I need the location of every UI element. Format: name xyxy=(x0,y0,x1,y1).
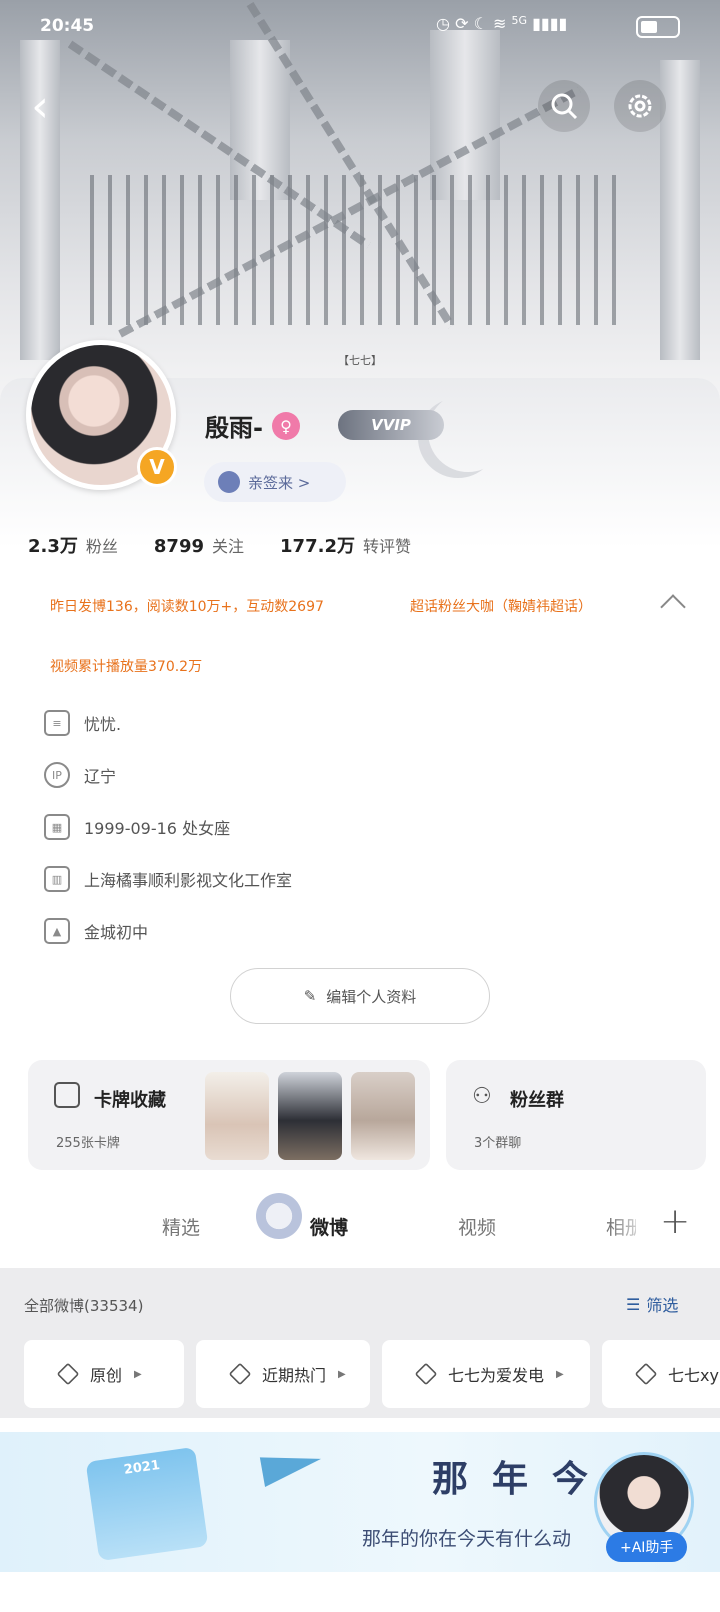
card-thumbnail[interactable] xyxy=(205,1072,269,1160)
bio-row: ≡ 忧忧. xyxy=(44,710,121,736)
ai-assistant-button[interactable]: +AI助手 xyxy=(606,1532,688,1562)
network-label: 5G xyxy=(511,14,528,27)
card-icon xyxy=(54,1082,80,1108)
chip-qiqi-xy[interactable]: 七七xy xyxy=(602,1340,720,1408)
stat-label: 粉丝 xyxy=(85,537,118,556)
status-icons: ◷ ⟳ ☾ ≋ 5G ▮▮▮▮ xyxy=(436,14,567,33)
bio-text: 忧忧. xyxy=(84,715,122,734)
stat-number: 177.2万 xyxy=(280,536,355,557)
chip-original[interactable]: 原创 ▶ xyxy=(24,1340,184,1408)
status-time: 20:45 xyxy=(40,16,95,36)
filter-label: 筛选 xyxy=(646,1296,679,1315)
ip-icon: IP xyxy=(44,762,70,788)
settings-button[interactable] xyxy=(614,80,666,132)
location-text: 辽宁 xyxy=(84,767,117,786)
tab-fade xyxy=(610,1185,650,1265)
alarm-icon: ◷ xyxy=(436,14,450,33)
fan-group-count: 3个群聊 xyxy=(474,1136,522,1151)
stat-label: 关注 xyxy=(212,537,245,556)
group-users-icon: ⚇ xyxy=(472,1084,492,1109)
layers-icon xyxy=(56,1362,80,1386)
memories-promo-banner[interactable]: 2021 那年今 那年的你在今天有什么动 +AI助手 xyxy=(0,1432,720,1572)
fan-group-card[interactable] xyxy=(446,1060,706,1170)
status-bar: 20:45 ◷ ⟳ ☾ ≋ 5G ▮▮▮▮ xyxy=(0,0,720,55)
promo-subtitle: 那年的你在今天有什么动 xyxy=(362,1528,572,1550)
vip-badge[interactable]: VVIP xyxy=(338,410,444,440)
stat-following[interactable]: 8799 关注 xyxy=(154,533,244,557)
all-weibo-count: 全部微博(33534) xyxy=(24,1297,144,1315)
tab-weibo[interactable]: 微博 xyxy=(310,1213,348,1240)
sync-icon: ⟳ xyxy=(455,14,469,33)
search-icon xyxy=(551,93,578,120)
card-thumbnail[interactable] xyxy=(278,1072,342,1160)
search-button[interactable] xyxy=(538,80,590,132)
calendar-icon: ▦ xyxy=(44,814,70,840)
pencil-icon: ✎ xyxy=(303,987,317,1005)
wifi-icon: ≋ xyxy=(493,14,507,33)
tab-featured[interactable]: 精选 xyxy=(162,1213,200,1240)
promo-title: 那年今 xyxy=(432,1458,613,1500)
layers-icon xyxy=(228,1362,252,1386)
weibo-filter-bar: 全部微博(33534) ☰ 筛选 原创 ▶ 近期热门 ▶ 七七为爱发电 ▶ 七七… xyxy=(0,1268,720,1418)
stat-label: 转评赞 xyxy=(362,537,411,556)
stat-likes[interactable]: 177.2万 转评赞 xyxy=(280,532,411,558)
gear-icon xyxy=(628,94,652,118)
company-row: ▥ 上海橘事顺利影视文化工作室 xyxy=(44,866,292,892)
verified-badge-icon: V xyxy=(137,447,177,487)
caret-icon: ▶ xyxy=(556,1368,564,1380)
chip-label: 七七为爱发电 xyxy=(448,1366,545,1385)
signal-icon: ▮▮▮▮ xyxy=(532,14,568,33)
graduation-cap-icon: ▲ xyxy=(44,918,70,944)
caret-icon: ▶ xyxy=(338,1368,346,1380)
filter-icon: ☰ xyxy=(626,1294,641,1314)
caret-icon: ▶ xyxy=(134,1368,142,1380)
signed-label: 亲签来 > xyxy=(248,473,311,492)
edit-profile-button[interactable]: ✎ 编辑个人资料 xyxy=(230,968,490,1024)
profile-stats: 2.3万 粉丝 8799 关注 177.2万 转评赞 xyxy=(28,532,411,558)
chevron-left-icon: ‹ xyxy=(31,80,49,132)
tab-video[interactable]: 视频 xyxy=(458,1213,496,1240)
chip-recent-hot[interactable]: 近期热门 ▶ xyxy=(196,1340,370,1408)
superfan-badge[interactable]: 超话粉丝大咖（鞠婧祎超话） xyxy=(410,596,592,616)
layers-icon xyxy=(414,1362,438,1386)
chip-label: 近期热门 xyxy=(262,1366,327,1385)
building-icon: ▥ xyxy=(44,866,70,892)
stat-number: 8799 xyxy=(153,536,205,557)
video-plays[interactable]: 视频累计播放量370.2万 xyxy=(50,656,202,676)
location-row: IP 辽宁 xyxy=(44,762,116,788)
company-text: 上海橘事顺利影视文化工作室 xyxy=(84,871,293,890)
birthday-text: 1999-09-16 处女座 xyxy=(84,819,231,838)
edit-profile-label: 编辑个人资料 xyxy=(326,987,417,1006)
birthday-row: ▦ 1999-09-16 处女座 xyxy=(44,814,230,840)
female-gender-icon: ♀ xyxy=(272,412,300,440)
signed-icon xyxy=(218,471,240,493)
stat-fans[interactable]: 2.3万 粉丝 xyxy=(28,532,118,558)
card-collection-count: 255张卡牌 xyxy=(56,1136,120,1151)
school-row: ▲ 金城初中 xyxy=(44,918,148,944)
document-icon: ≡ xyxy=(44,710,70,736)
moon-icon: ☾ xyxy=(473,14,488,33)
filter-button[interactable]: ☰ 筛选 xyxy=(626,1292,678,1316)
card-collection-title: 卡牌收藏 xyxy=(94,1090,166,1111)
battery-icon xyxy=(636,16,680,38)
calendar-icon: 2021 xyxy=(85,1446,209,1562)
username: 殷雨- xyxy=(205,414,263,442)
fan-group-title: 粉丝群 xyxy=(510,1090,564,1111)
add-tab-icon[interactable]: + xyxy=(660,1201,690,1242)
back-button[interactable]: ‹ xyxy=(14,80,66,132)
weibo-logo-icon xyxy=(256,1193,302,1239)
signed-button[interactable]: 亲签来 > xyxy=(204,462,346,502)
banner-pillar xyxy=(660,60,700,360)
profile-tabs: 精选 微博 视频 相册 + xyxy=(0,1185,720,1265)
yesterday-stats[interactable]: 昨日发博136，阅读数10万+，互动数2697 xyxy=(50,596,324,616)
stat-number: 2.3万 xyxy=(28,536,78,557)
chip-label: 七七xy xyxy=(668,1366,719,1385)
chip-qiqi-love[interactable]: 七七为爱发电 ▶ xyxy=(382,1340,590,1408)
paper-plane-icon xyxy=(259,1447,325,1487)
chip-label: 原创 xyxy=(90,1366,123,1385)
layers-icon xyxy=(634,1362,658,1386)
card-thumbnail[interactable] xyxy=(351,1072,415,1160)
school-text: 金城初中 xyxy=(84,923,149,942)
